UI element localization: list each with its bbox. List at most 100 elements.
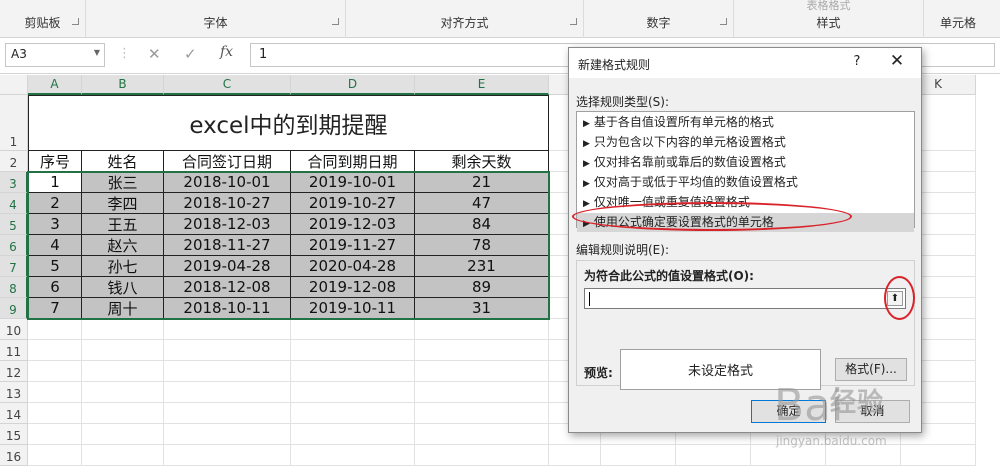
column-header-c[interactable]: C — [164, 75, 291, 95]
table-cell[interactable]: 王五 — [82, 214, 164, 235]
dialog-launcher-icon[interactable] — [332, 18, 339, 25]
empty-cell[interactable] — [164, 340, 291, 361]
row-header-2[interactable]: 2 — [0, 151, 28, 172]
empty-cell[interactable] — [291, 361, 415, 382]
cancel-button[interactable]: 取消 — [835, 400, 910, 423]
rule-type-item[interactable]: ▶ 只为包含以下内容的单元格设置格式 — [577, 133, 914, 152]
empty-cell[interactable] — [164, 403, 291, 424]
dialog-launcher-icon[interactable] — [72, 18, 79, 25]
row-header-6[interactable]: 6 — [0, 235, 28, 256]
cancel-icon[interactable]: ✕ — [148, 45, 161, 63]
row-header-1[interactable]: 1 — [0, 95, 28, 151]
table-cell[interactable]: 钱八 — [82, 277, 164, 298]
row-header-4[interactable]: 4 — [0, 193, 28, 214]
table-cell[interactable]: 5 — [28, 256, 82, 277]
empty-cell[interactable] — [291, 403, 415, 424]
empty-cell[interactable] — [164, 319, 291, 340]
empty-cell[interactable] — [82, 403, 164, 424]
empty-cell[interactable] — [291, 319, 415, 340]
ribbon-group-number[interactable]: 数字 — [584, 0, 734, 38]
select-all-corner[interactable] — [0, 75, 28, 95]
table-cell[interactable]: 孙七 — [82, 256, 164, 277]
table-cell[interactable]: 2019-10-27 — [291, 193, 415, 214]
table-cell[interactable]: 47 — [415, 193, 549, 214]
row-header-11[interactable]: 11 — [0, 340, 28, 361]
column-header-e[interactable]: E — [415, 75, 549, 95]
row-header-7[interactable]: 7 — [0, 256, 28, 277]
empty-cell[interactable] — [415, 340, 549, 361]
row-header-5[interactable]: 5 — [0, 214, 28, 235]
ribbon-group-alignment[interactable]: 对齐方式 — [346, 0, 584, 38]
table-header-cell[interactable]: 序号 — [28, 151, 82, 172]
ribbon-group-clipboard[interactable]: 剪贴板 — [0, 0, 86, 38]
empty-cell[interactable] — [415, 319, 549, 340]
empty-cell[interactable] — [291, 424, 415, 445]
empty-cell[interactable] — [28, 319, 82, 340]
table-header-cell[interactable]: 剩余天数 — [415, 151, 549, 172]
empty-cell[interactable] — [164, 424, 291, 445]
rule-type-item[interactable]: ▶ 仅对高于或低于平均值的数值设置格式 — [577, 173, 914, 192]
sheet-title-cell[interactable]: excel中的到期提醒 — [28, 95, 549, 151]
empty-cell[interactable] — [291, 382, 415, 403]
empty-cell[interactable] — [164, 361, 291, 382]
empty-cell[interactable] — [28, 424, 82, 445]
ok-button[interactable]: 确定 — [751, 400, 826, 423]
drag-handle-icon[interactable]: ⋮ — [118, 46, 131, 61]
rule-type-item[interactable]: ▶ 基于各自值设置所有单元格的格式 — [577, 113, 914, 132]
name-box[interactable]: A3 ▼ — [5, 43, 105, 67]
ribbon-group-styles[interactable]: 表格格式 样式 — [734, 0, 924, 38]
empty-cell[interactable] — [415, 361, 549, 382]
row-header-9[interactable]: 9 — [0, 298, 28, 319]
table-cell[interactable]: 2018-10-11 — [164, 298, 291, 319]
empty-cell[interactable] — [415, 382, 549, 403]
table-cell[interactable]: 2019-04-28 — [164, 256, 291, 277]
help-icon[interactable]: ? — [847, 54, 867, 69]
row-header-3[interactable]: 3 — [0, 172, 28, 193]
empty-cell[interactable] — [28, 382, 82, 403]
table-cell[interactable]: 2 — [28, 193, 82, 214]
table-cell[interactable]: 2018-10-27 — [164, 193, 291, 214]
table-cell[interactable]: 89 — [415, 277, 549, 298]
row-header-10[interactable]: 10 — [0, 319, 28, 340]
format-button[interactable]: 格式(F)... — [835, 358, 907, 381]
empty-cell[interactable] — [291, 340, 415, 361]
table-cell[interactable]: 周十 — [82, 298, 164, 319]
table-header-cell[interactable]: 合同到期日期 — [291, 151, 415, 172]
empty-cell[interactable] — [415, 424, 549, 445]
table-cell[interactable]: 2018-12-03 — [164, 214, 291, 235]
table-cell[interactable]: 2019-12-08 — [291, 277, 415, 298]
table-cell[interactable]: 7 — [28, 298, 82, 319]
table-cell[interactable]: 2019-12-03 — [291, 214, 415, 235]
rule-type-item[interactable]: ▶ 使用公式确定要设置格式的单元格 — [577, 213, 914, 232]
formula-rule-input[interactable]: ⬆ — [584, 288, 906, 309]
dialog-titlebar[interactable]: 新建格式规则 ? ✕ — [569, 48, 921, 78]
empty-cell[interactable] — [82, 319, 164, 340]
rule-type-item[interactable]: ▶ 仅对唯一值或重复值设置格式 — [577, 193, 914, 212]
row-header-12[interactable]: 12 — [0, 361, 28, 382]
collapse-dialog-icon[interactable]: ⬆ — [887, 291, 903, 306]
table-cell[interactable]: 李四 — [82, 193, 164, 214]
table-cell[interactable]: 21 — [415, 172, 549, 193]
table-cell[interactable]: 6 — [28, 277, 82, 298]
ribbon-group-cells[interactable]: 单元格 — [924, 0, 1000, 38]
ribbon-group-font[interactable]: 字体 — [86, 0, 346, 38]
empty-cell[interactable] — [82, 361, 164, 382]
table-cell[interactable]: 赵六 — [82, 235, 164, 256]
column-header-d[interactable]: D — [291, 75, 415, 95]
row-header-8[interactable]: 8 — [0, 277, 28, 298]
table-header-cell[interactable]: 姓名 — [82, 151, 164, 172]
table-cell[interactable]: 2019-10-01 — [291, 172, 415, 193]
table-header-cell[interactable]: 合同签订日期 — [164, 151, 291, 172]
table-cell[interactable]: 31 — [415, 298, 549, 319]
table-cell[interactable]: 2018-12-08 — [164, 277, 291, 298]
row-header-15[interactable]: 15 — [0, 424, 28, 445]
empty-cell[interactable] — [28, 340, 82, 361]
row-header-14[interactable]: 14 — [0, 403, 28, 424]
table-cell[interactable]: 231 — [415, 256, 549, 277]
column-header-a[interactable]: A — [28, 75, 82, 95]
empty-cell[interactable] — [82, 340, 164, 361]
table-cell[interactable]: 4 — [28, 235, 82, 256]
table-cell[interactable]: 1 — [28, 172, 82, 193]
enter-icon[interactable]: ✓ — [184, 45, 197, 63]
column-header-b[interactable]: B — [82, 75, 164, 95]
